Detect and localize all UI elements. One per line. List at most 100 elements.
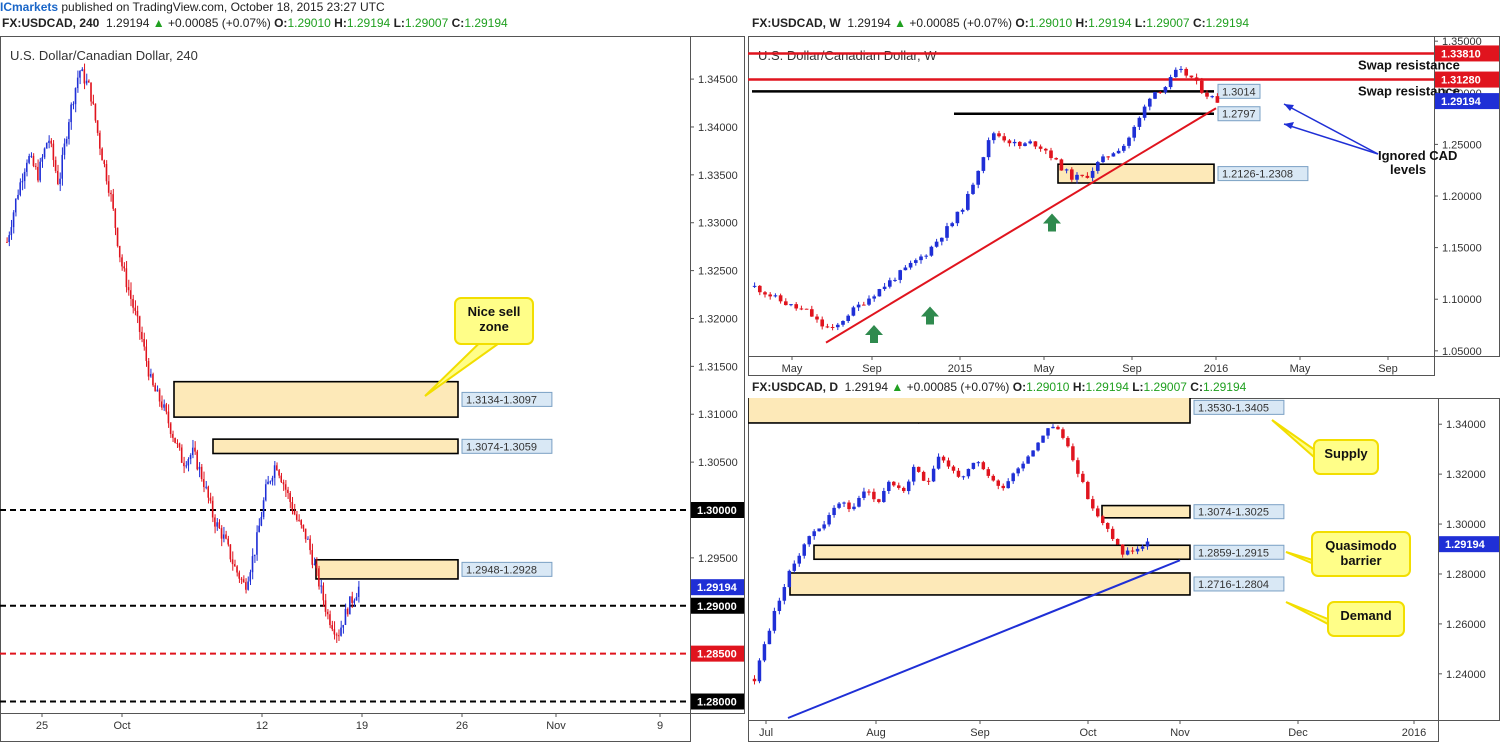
candle-body [320,585,322,587]
candle-body [783,301,788,306]
candle-body [852,506,856,510]
brand-link[interactable]: ICmarkets [0,0,58,14]
y-tick-label: 1.32500 [698,266,738,278]
x-tick-label: Oct [113,720,130,732]
candle-body [94,103,97,121]
zone-daily-1-label: 1.3074-1.3025 [1198,507,1269,519]
publish-info: published on TradingView.com, October 18… [58,0,385,14]
y-tick-label: 1.32000 [698,313,738,325]
candle-body [827,515,831,525]
zone-1 [173,380,459,418]
candle-body [26,162,28,172]
candle-body [258,525,260,533]
candle-body [1110,528,1115,539]
candle-body [778,295,783,302]
candle-body [1142,106,1147,118]
zone-2-label: 1.3074-1.3059 [466,441,537,453]
candle-body [145,346,148,361]
zone-weekly [1057,163,1215,184]
candle-body [313,563,316,565]
candle-body [349,596,351,615]
y-tick-label: 1.29500 [698,553,738,565]
candle-body [931,468,936,482]
candle-body [309,538,311,551]
candle-body [921,471,926,481]
candle-body [238,572,240,579]
candle-body [70,104,72,123]
candle-body [817,528,821,532]
candle-body [346,608,349,615]
candle-body [189,455,192,460]
high-value: 1.29194 [1085,380,1129,394]
last-price-tag-text: 1.29194 [1441,96,1482,108]
candle-body [971,462,976,469]
candle-body [877,289,882,297]
chart-title: U.S. Dollar/Canadian Dollar, 240 [10,48,198,63]
candle-body [955,211,960,224]
candle-body [887,280,892,287]
candle-body [971,184,975,194]
candle-body [337,635,340,637]
candle-body [154,385,156,392]
close-value: 1.29194 [1202,380,1247,394]
x-tick-label: Nov [1170,727,1190,739]
candle-body [777,600,782,611]
candle-body [227,538,229,545]
candle-body [214,517,216,527]
candle-body [198,466,201,470]
candle-body [1096,508,1100,517]
candle-body [820,319,825,327]
level-tag-text: 1.28500 [697,649,737,661]
y-tick-label: 1.20000 [1442,191,1482,203]
candle-body [1199,80,1204,93]
candle-body [1111,153,1116,157]
candle-body [1215,96,1220,103]
candle-body [245,582,247,590]
y-tick-label: 1.24000 [1446,669,1486,681]
candle-body [882,286,887,290]
y-tick-label: 1.30500 [698,457,738,469]
candle-body [1189,75,1194,78]
candle-body [262,500,265,517]
zone-demand-label: 1.2716-1.2804 [1198,579,1269,591]
candle-body [1049,150,1053,159]
candle-body [1059,159,1064,171]
candle-body [1168,77,1173,88]
candle-body [792,563,797,571]
x-tick-label: May [1034,363,1055,375]
x-tick-label: 19 [356,720,368,732]
candle-body [178,443,181,448]
candle-body [1137,117,1142,127]
y-tick-label: 1.28000 [1446,569,1486,581]
candle-body [1135,548,1140,552]
level-tag-text: 1.29000 [697,601,737,613]
x-tick-label: Oct [1079,727,1096,739]
candle-body [216,522,218,527]
candle-body [842,502,846,504]
candle-body [273,465,276,478]
x-tick-label: May [782,363,803,375]
candle-body [898,270,903,280]
candle-body [752,285,757,287]
candle-body [997,133,1001,137]
chart-weekly[interactable]: U.S. Dollar/Canadian Dollar, W1.350001.3… [748,36,1500,376]
candle-body [41,157,44,162]
candle-body [846,315,851,321]
candle-body [130,290,132,299]
candle-body [762,644,767,661]
candle-body [924,255,929,257]
candle-body [877,499,881,502]
close-value: 1.29194 [464,16,508,30]
chart-240[interactable]: U.S. Dollar/Canadian Dollar, 240 1.34500 1… [0,36,745,742]
up-arrow-icon: ▲ [152,16,165,30]
y-tick-label: 1.33500 [698,170,738,182]
candle-body [1158,91,1163,93]
chart-daily[interactable]: U.S. Dollar/Canadian Dollar, D1.340001.3… [748,398,1500,742]
candle-body [929,246,934,256]
x-tick-label: 2016 [1204,363,1228,375]
candle-body [757,285,762,293]
candle-body [773,295,778,297]
y-tick-label: 1.33000 [698,218,738,230]
candle-body [1075,174,1079,180]
candle-body [1086,481,1090,500]
